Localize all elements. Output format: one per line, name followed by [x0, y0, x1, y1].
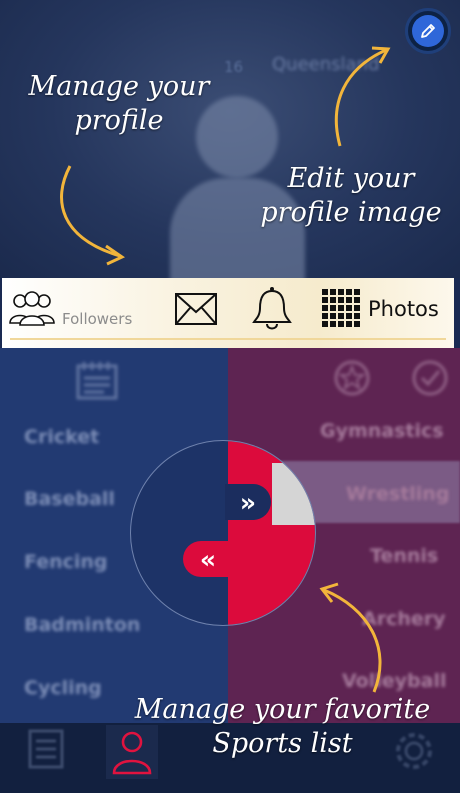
sport-item-gymnastics[interactable]: Gymnastics [320, 420, 444, 442]
hint-manage-favorite-sports: Manage your favorite Sports list [134, 694, 431, 759]
edit-icon-circle [412, 15, 444, 47]
sport-item-wrestling[interactable]: Wrestling [346, 483, 449, 505]
sport-item-baseball[interactable]: Baseball [24, 488, 115, 510]
sport-item-badminton[interactable]: Badminton [24, 614, 140, 636]
photos-label: Photos [368, 297, 439, 321]
followers-label: Followers [62, 310, 133, 328]
nav-list-button[interactable] [26, 727, 66, 775]
toggle-ring [130, 440, 316, 626]
remove-from-favorites-button[interactable]: « [183, 541, 233, 577]
sport-item-fencing[interactable]: Fencing [24, 551, 108, 573]
edit-profile-image-button[interactable] [405, 8, 451, 54]
check-circle-icon [412, 360, 448, 396]
tab-photos[interactable]: Photos [320, 278, 454, 340]
pencil-icon [421, 24, 435, 38]
sport-item-tennis[interactable]: Tennis [370, 545, 438, 567]
tab-messages[interactable] [170, 278, 222, 340]
sport-item-cricket[interactable]: Cricket [24, 426, 99, 448]
hint-manage-profile: Manage your profile [28, 71, 210, 136]
followers-icon [9, 291, 55, 326]
bell-icon [252, 287, 292, 330]
profile-header: 16 Queensland [0, 0, 460, 288]
profile-tab-bar: Followers Photos [2, 278, 454, 349]
background-jersey-number: 16 [224, 58, 244, 76]
add-to-favorites-button[interactable]: » [225, 484, 271, 520]
list-icon [28, 729, 64, 769]
tab-notifications[interactable] [246, 278, 298, 340]
sport-item-volleyball[interactable]: Volleyball [342, 670, 446, 692]
notepad-icon [76, 362, 118, 400]
background-team-name: Queensland [272, 54, 380, 75]
photo-grid-icon [322, 289, 360, 327]
star-badge-icon [334, 360, 370, 396]
sport-item-archery[interactable]: Archery [362, 608, 446, 630]
hint-edit-profile-image: Edit your profile image [260, 163, 442, 228]
sport-item-cycling[interactable]: Cycling [24, 677, 102, 699]
tab-followers[interactable]: Followers [2, 278, 152, 340]
envelope-icon [175, 293, 217, 325]
